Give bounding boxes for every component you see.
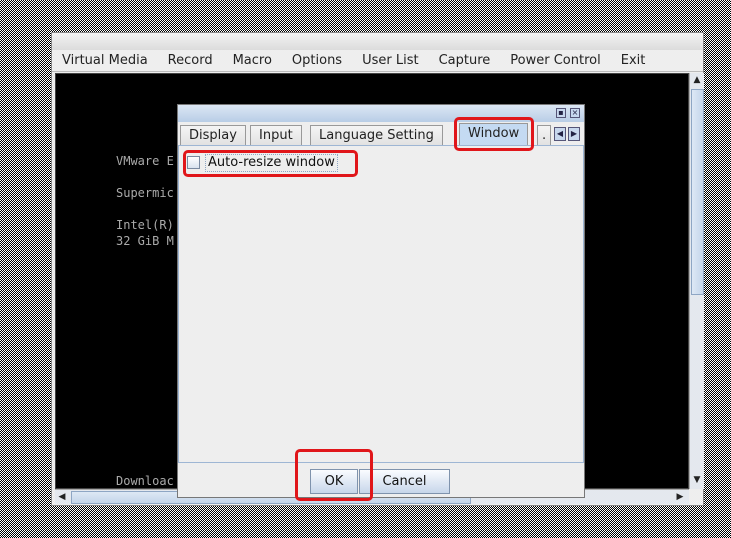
vertical-scrollbar[interactable]: ▲ ▼ (689, 73, 704, 489)
tab-more[interactable]: . (537, 125, 552, 145)
menu-options[interactable]: Options (282, 53, 352, 68)
menu-user-list[interactable]: User List (352, 53, 429, 68)
console-line: Intel(R) (116, 218, 174, 232)
tab-language-setting[interactable]: Language Setting (310, 125, 443, 145)
tab-input[interactable]: Input (250, 125, 302, 145)
menu-capture[interactable]: Capture (429, 53, 501, 68)
vertical-scroll-thumb[interactable] (691, 89, 704, 295)
menu-macro[interactable]: Macro (223, 53, 282, 68)
console-line: Supermic (116, 186, 174, 200)
console-line: Downloac (116, 474, 174, 488)
menu-virtual-media[interactable]: Virtual Media (52, 53, 158, 68)
menu-record[interactable]: Record (158, 53, 223, 68)
close-icon[interactable]: × (570, 108, 580, 118)
window-tab-panel: Auto-resize window (178, 145, 584, 463)
scroll-right-icon[interactable]: ▶ (673, 490, 687, 504)
tab-scroll-right-icon[interactable]: ▶ (568, 127, 580, 141)
menu-exit[interactable]: Exit (611, 53, 656, 68)
highlight-window-tab (454, 117, 534, 151)
scroll-down-icon[interactable]: ▼ (690, 473, 704, 487)
console-line: VMware E (116, 154, 174, 168)
highlight-ok-button (295, 449, 373, 501)
tab-display[interactable]: Display (180, 125, 246, 145)
scroll-left-icon[interactable]: ◀ (55, 490, 69, 504)
highlight-auto-resize (183, 150, 358, 177)
scroll-up-icon[interactable]: ▲ (690, 73, 704, 87)
menu-power-control[interactable]: Power Control (500, 53, 610, 68)
restore-icon[interactable]: ▪ (556, 108, 566, 118)
menubar: Virtual Media Record Macro Options User … (52, 50, 703, 72)
console-line: 32 GiB M (116, 234, 174, 248)
tab-scroll-left-icon[interactable]: ◀ (554, 127, 566, 141)
window-titlebar[interactable] (52, 33, 703, 50)
